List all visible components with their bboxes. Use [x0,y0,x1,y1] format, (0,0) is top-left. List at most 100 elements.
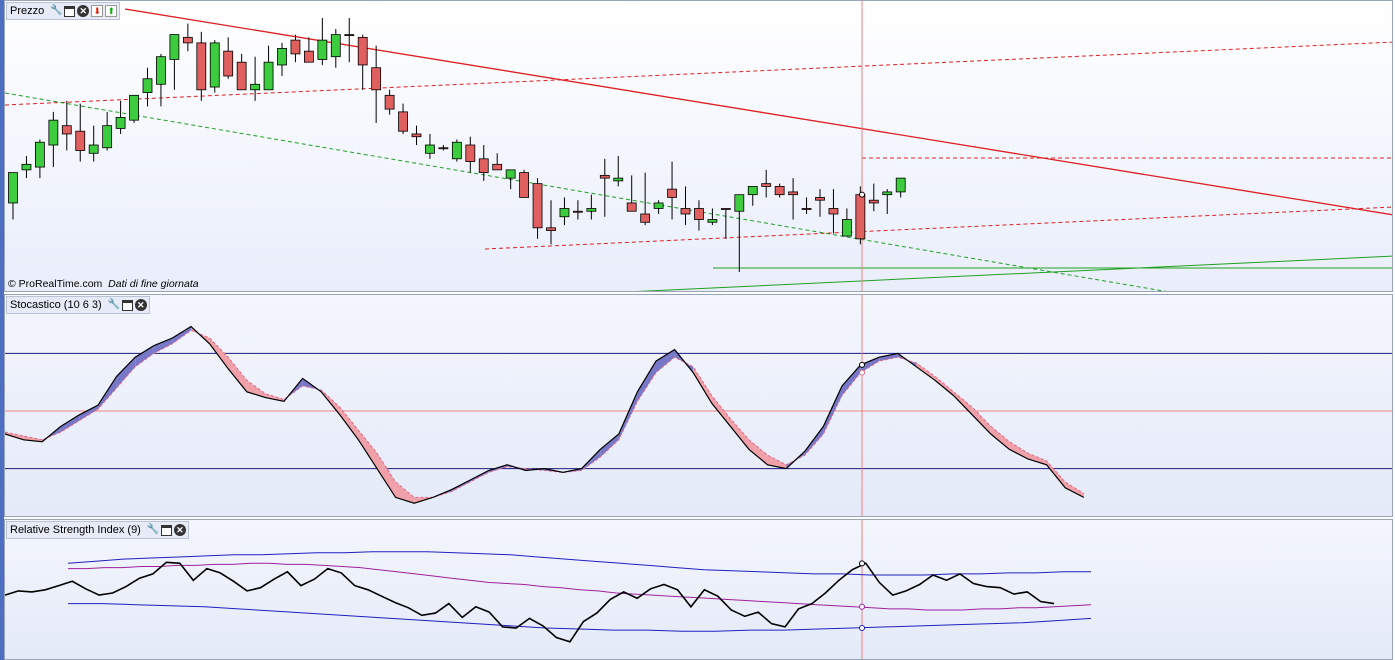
candle [34,141,45,168]
price-chart[interactable] [5,1,1393,292]
stochastic-fill [637,361,656,402]
candle [330,34,341,58]
candle [75,130,86,151]
candle [129,94,139,121]
candle [290,39,301,55]
rsi-line [5,561,1055,643]
stochastic-fill [153,338,173,354]
candle [774,185,785,196]
close-icon[interactable]: ✕ [77,5,90,17]
candle [277,48,287,66]
candle [88,144,99,154]
window-icon[interactable] [121,299,133,311]
stochastic-chart[interactable] [5,295,1393,517]
support-trendline [636,255,1392,291]
candle [196,42,207,91]
candle [465,144,476,162]
candle [142,78,153,93]
candle [559,208,570,218]
candle [48,119,59,146]
candle [788,191,798,196]
arrow-up-icon[interactable]: ⬆ [105,5,118,17]
candle [747,185,758,196]
copyright-label: © ProRealTime.com [8,278,103,290]
rsi-panel-title: Relative Strength Index (9) [10,524,141,536]
price-panel-title: Prezzo [10,5,45,17]
wrench-icon[interactable]: 🔧 [147,524,159,536]
candle [532,183,543,229]
rsi-upper-band [67,551,1091,576]
close-icon[interactable]: ✕ [134,299,147,311]
cursor-marker [859,191,865,198]
candle [694,208,704,220]
stochastic-fill [730,418,749,450]
cursor-marker [859,361,865,368]
candle [680,208,691,215]
wrench-icon[interactable]: 🔧 [108,299,120,311]
close-icon[interactable]: ✕ [173,524,186,536]
candle [640,213,651,223]
stochastic-fill [228,357,247,392]
candle [317,39,328,60]
candle [653,202,664,209]
candle [573,210,583,213]
rsi-chart[interactable] [5,520,1393,660]
candle [411,133,422,138]
candle [61,125,72,135]
wrench-icon[interactable]: 🔧 [50,5,62,17]
candle [398,111,408,132]
candle [21,163,32,171]
lower-channel-line [484,206,1392,250]
candle [586,208,597,212]
candle [344,34,355,36]
rsi-middle-band [68,562,1092,611]
candle [8,172,18,204]
candle [492,163,503,171]
candle [250,83,261,91]
candle [209,42,220,88]
candle [842,219,852,237]
stochastic-fill [990,426,1010,450]
candle [801,208,812,210]
cursor-marker [859,369,865,376]
candle [626,202,637,212]
stochastic-fill [116,357,136,388]
candle [828,208,839,215]
stochastic-fill [1028,453,1047,465]
stochastic-signal-line [5,329,1085,498]
window-icon[interactable] [64,5,76,17]
candle [720,208,731,210]
candle [868,199,879,204]
candle [169,34,180,60]
candle [425,144,435,154]
window-icon[interactable] [160,524,172,536]
stochastic-fill [135,345,154,367]
candle [303,50,314,63]
stochastic-panel-header: Stocastico (10 6 3) 🔧 ✕ [6,296,150,314]
candle [613,177,624,182]
price-panel[interactable]: Prezzo 🔧 ✕ ⬇ ⬆ © ProRealTime.com Dati di… [4,0,1393,292]
stochastic-fill [842,364,861,396]
candle [102,125,113,149]
candle [438,147,449,150]
candle [357,36,368,66]
candle [478,158,489,174]
rsi-panel[interactable]: Relative Strength Index (9) 🔧 ✕ [4,519,1393,660]
candle [667,188,677,198]
stochastic-fill [600,434,619,458]
candle [115,117,126,129]
arrow-down-icon[interactable]: ⬇ [91,5,104,17]
candle [384,94,395,110]
candle [815,197,825,201]
candle [855,194,866,240]
candle [505,169,516,179]
candle [895,177,906,193]
candle [707,219,718,223]
candle [599,174,610,179]
data-note: Dati di fine giornata [108,278,199,290]
stochastic-panel[interactable]: Stocastico (10 6 3) 🔧 ✕ [4,294,1393,517]
candle [734,194,745,212]
cursor-marker [859,560,865,567]
candle [263,61,274,91]
candle [882,191,893,196]
